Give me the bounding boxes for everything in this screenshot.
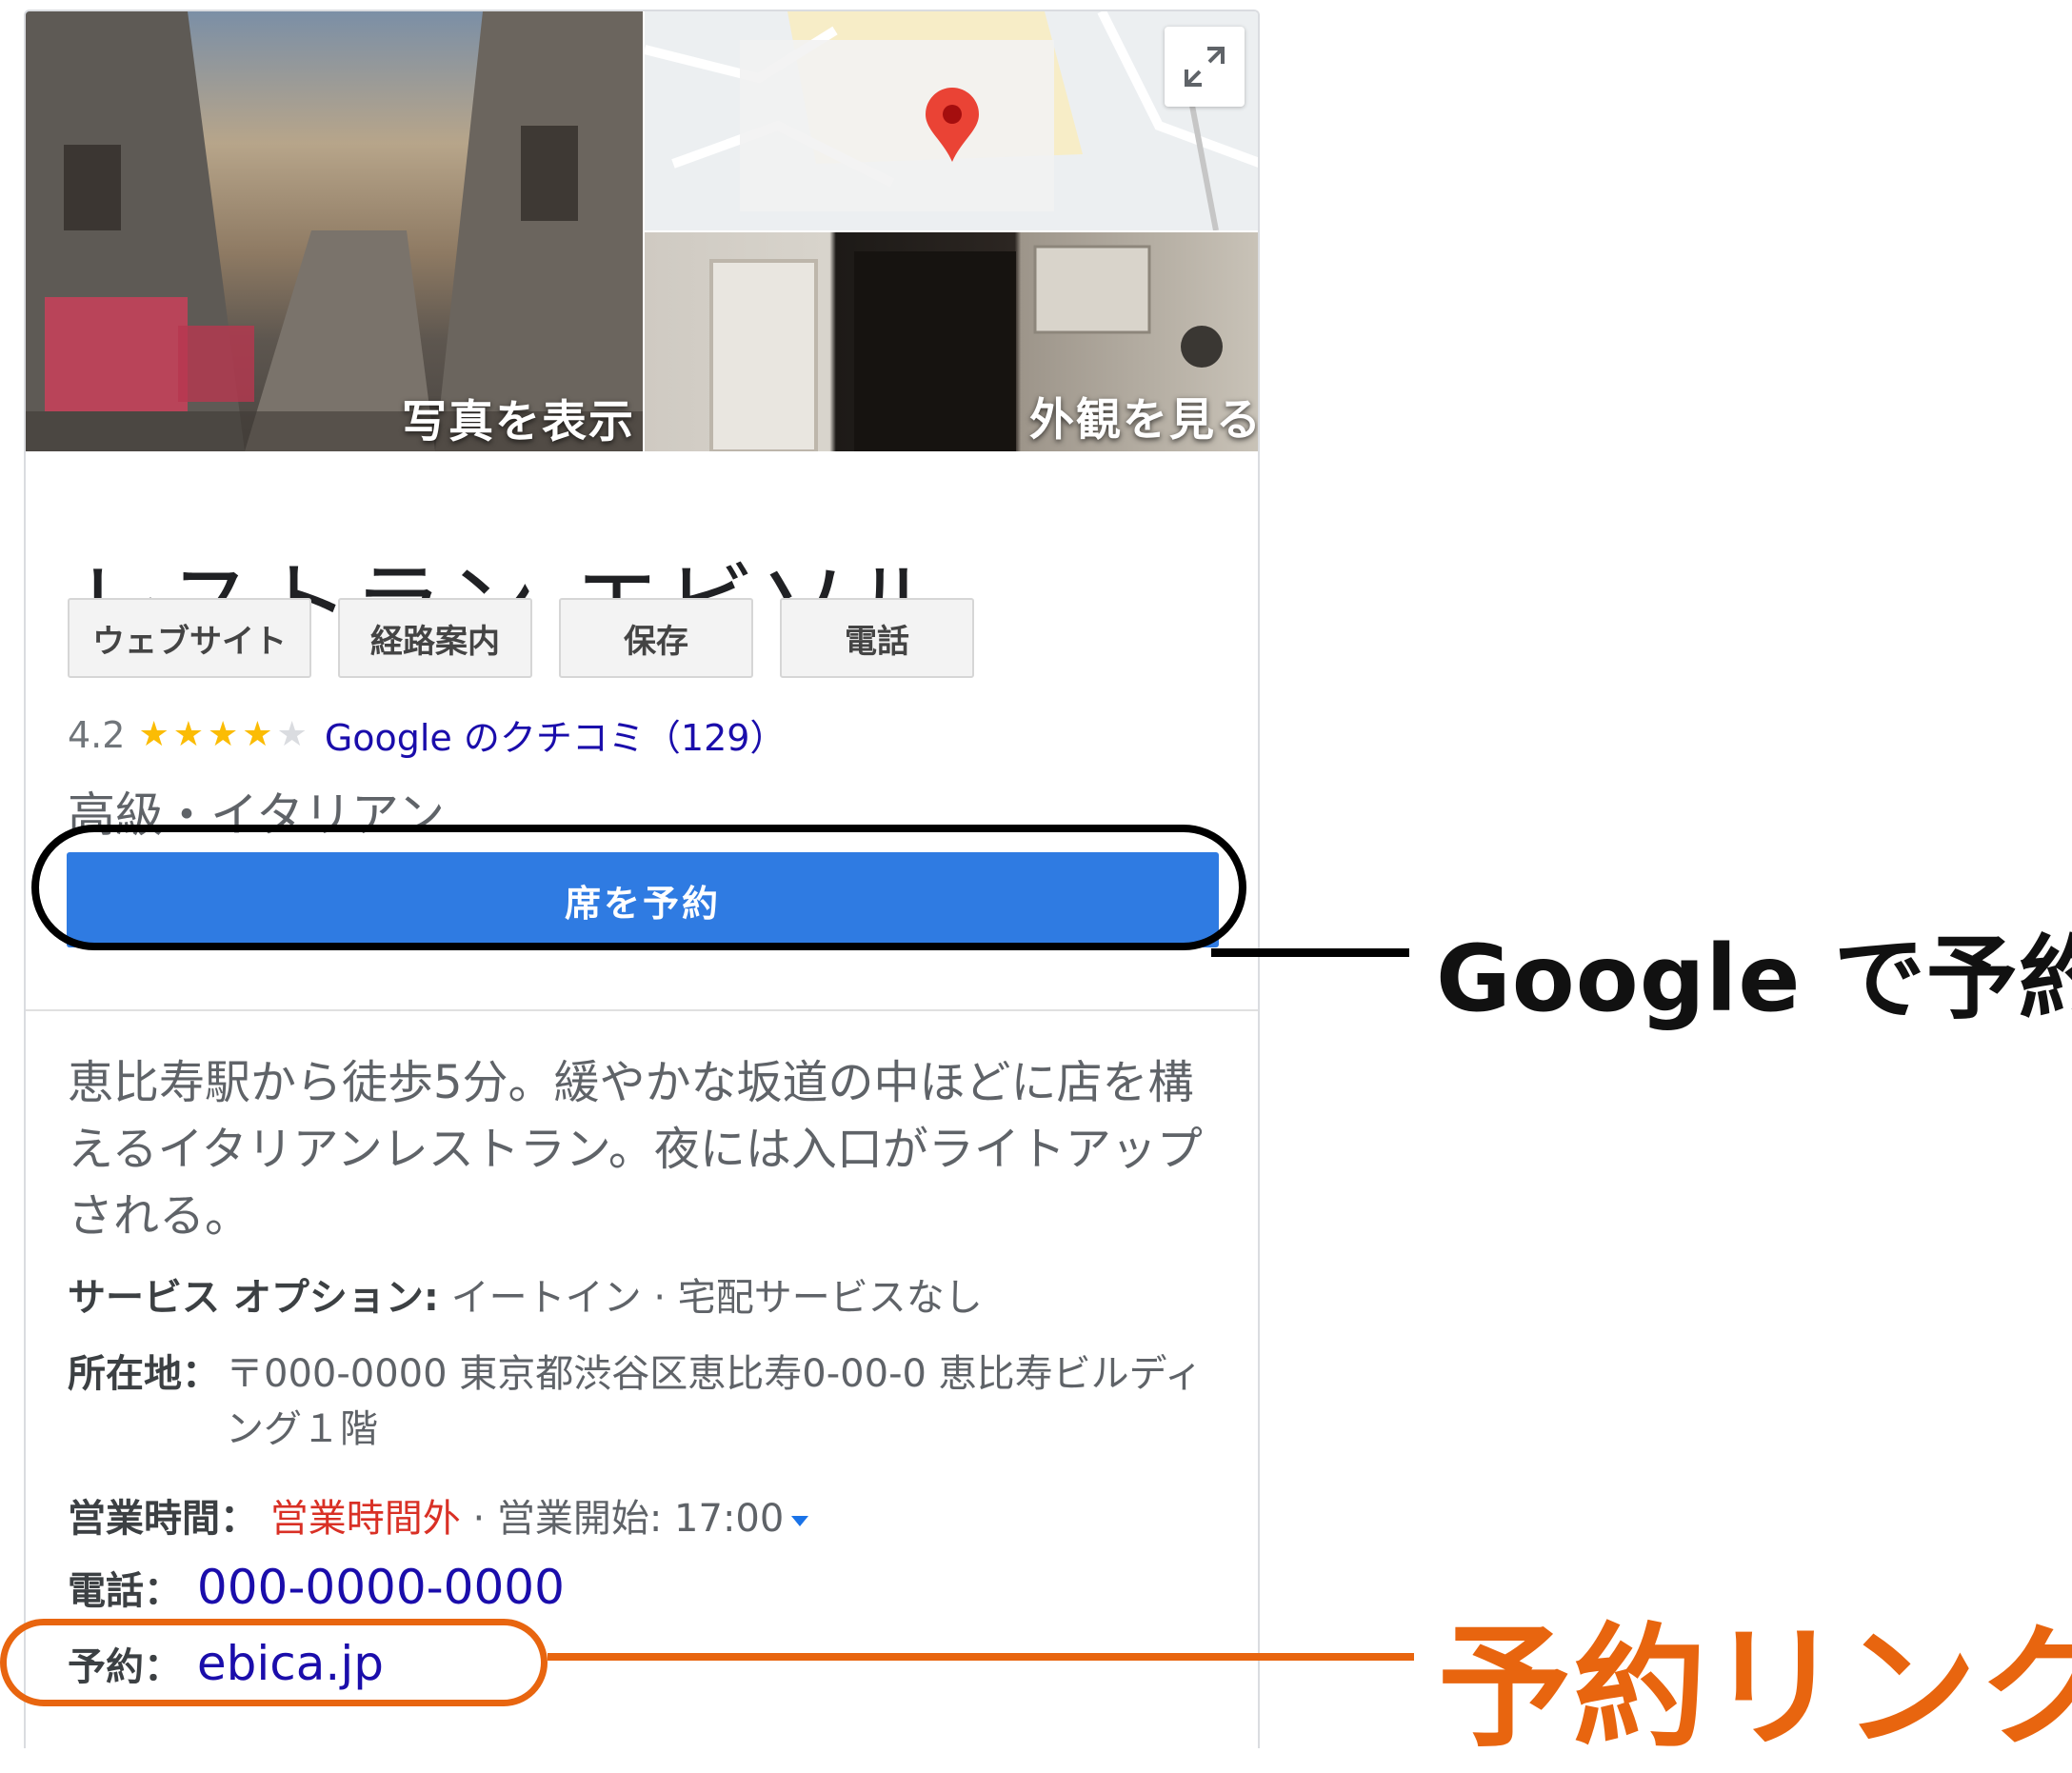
map-thumbnail[interactable] — [645, 11, 1258, 230]
reviews-link[interactable]: Google のクチコミ（129） — [325, 708, 787, 761]
reserve-button-highlight-ring — [31, 825, 1246, 950]
service-options-row: サービス オプション: イートイン · 宅配サービスなし — [68, 1266, 983, 1322]
reserve-link-callout-line — [548, 1653, 1414, 1661]
google-reserve-callout-line — [1211, 948, 1409, 957]
service-options-value: イートイン · 宅配サービスなし — [450, 1276, 983, 1320]
action-chip-row: ウェブサイト 経路案内 保存 電話 — [68, 598, 974, 678]
reserve-link-callout: 予約リンク — [1438, 1611, 2072, 1766]
street-photo[interactable]: 写真を表示 — [26, 11, 643, 451]
phone-row: 電話： 000-0000-0000 — [68, 1560, 565, 1615]
view-photos-label[interactable]: 写真を表示 — [402, 385, 635, 450]
expand-icon — [1185, 47, 1225, 87]
service-options-label: サービス オプション: — [68, 1276, 439, 1320]
hours-open-time[interactable]: · 営業開始: 17:00 — [472, 1497, 784, 1541]
rating-score: 4.2 — [68, 713, 126, 756]
map-pin-icon — [926, 88, 979, 162]
section-divider — [26, 1009, 1258, 1011]
phone-link[interactable]: 000-0000-0000 — [197, 1560, 565, 1615]
reserve-link-highlight-ring — [0, 1619, 548, 1706]
hours-status: 営業時間外 — [269, 1497, 461, 1541]
storefront-photo[interactable]: 外観を見る — [645, 232, 1258, 451]
hours-label: 営業時間： — [68, 1497, 258, 1541]
hours-row: 営業時間： 営業時間外 · 営業開始: 17:00 — [68, 1487, 809, 1543]
hours-dropdown-icon[interactable] — [791, 1515, 809, 1526]
address-row: 所在地： 〒000-0000 東京都渋谷区恵比寿0-00-0 恵比寿ビルディング… — [68, 1346, 1203, 1451]
save-button[interactable]: 保存 — [559, 598, 753, 678]
exterior-label[interactable]: 外観を見る — [1029, 383, 1258, 448]
map-expand-button[interactable] — [1165, 27, 1245, 107]
place-description: 恵比寿駅から徒歩5分。緩やかな坂道の中ほどに店を構えるイタリアンレストラン。夜に… — [68, 1056, 1203, 1243]
phone-label: 電話： — [68, 1569, 182, 1613]
address-label: 所在地： — [68, 1352, 220, 1396]
google-reserve-callout: Google で予約 — [1436, 926, 2072, 1032]
website-button[interactable]: ウェブサイト — [68, 598, 311, 678]
rating-row: 4.2 ★★★★★ Google のクチコミ（129） — [68, 708, 786, 761]
call-button[interactable]: 電話 — [780, 598, 974, 678]
address-value[interactable]: 〒000-0000 東京都渋谷区恵比寿0-00-0 恵比寿ビルディング１階 — [226, 1346, 1216, 1457]
star-rating-icon: ★★★★★ — [138, 715, 311, 754]
directions-button[interactable]: 経路案内 — [338, 598, 532, 678]
